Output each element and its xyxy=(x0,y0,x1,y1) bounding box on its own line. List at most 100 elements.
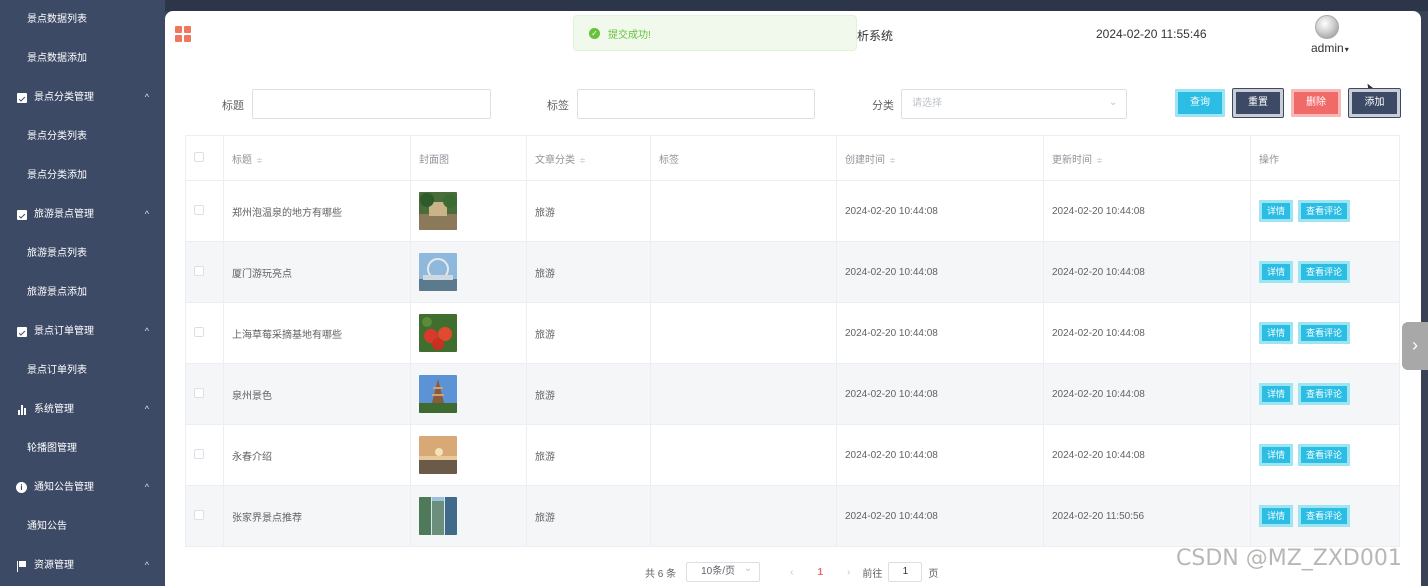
column-header-updated[interactable]: 更新时间 ≑ xyxy=(1043,135,1251,181)
sidebar: 景点数据列表 景点数据添加 景点分类管理 ^ 景点分类列表 景点分类添加 旅游景… xyxy=(0,0,165,586)
sort-icon[interactable]: ≑ xyxy=(889,156,896,165)
table-header-row: 标题 ≑ 封面图 文章分类 ≑ 标签 创建时间 ≑ 更新时间 ≑ 操作 xyxy=(185,135,1400,181)
column-header-actions: 操作 xyxy=(1250,135,1400,181)
pagination-total: 共 6 条 xyxy=(645,568,677,580)
view-comments-button[interactable]: 查看评论 xyxy=(1298,444,1351,466)
select-all-checkbox[interactable] xyxy=(194,151,204,162)
row-cover xyxy=(410,485,527,547)
row-updated: 2024-02-20 10:44:08 xyxy=(1043,180,1251,242)
current-page[interactable]: 1 xyxy=(817,567,823,578)
row-created: 2024-02-20 10:44:08 xyxy=(836,424,1044,486)
user-menu[interactable]: admin▾ xyxy=(1311,41,1349,55)
goto-page-input[interactable]: 1 xyxy=(888,562,923,582)
row-updated: 2024-02-20 10:44:08 xyxy=(1043,241,1251,303)
row-updated: 2024-02-20 10:44:08 xyxy=(1043,424,1251,486)
reset-button[interactable]: 重置 xyxy=(1232,88,1284,118)
table-row: 上海草莓采摘基地有哪些 旅游 2024-02-20 10:44:08 2024-… xyxy=(185,302,1400,364)
sidebar-item-category-list[interactable]: 景点分类列表 xyxy=(0,117,165,156)
cover-thumbnail[interactable] xyxy=(419,497,457,535)
row-cover xyxy=(410,363,527,425)
chevron-up-icon: ^ xyxy=(144,209,149,219)
sidebar-item-attraction-list[interactable]: 旅游景点列表 xyxy=(0,234,165,273)
table-row: 永春介绍 旅游 2024-02-20 10:44:08 2024-02-20 1… xyxy=(185,424,1400,486)
detail-button[interactable]: 详情 xyxy=(1259,200,1294,222)
column-header-category[interactable]: 文章分类 ≑ xyxy=(526,135,651,181)
sidebar-item-carousel[interactable]: 轮播图管理 xyxy=(0,429,165,468)
row-select-cell xyxy=(185,180,224,242)
sidebar-item-attraction-add[interactable]: 旅游景点添加 xyxy=(0,273,165,312)
column-header-tag: 标签 xyxy=(650,135,837,181)
delete-button[interactable]: 删除 xyxy=(1291,89,1341,117)
row-title: 郑州泡温泉的地方有哪些 xyxy=(223,180,411,242)
row-tag xyxy=(650,363,837,425)
title-input[interactable] xyxy=(252,89,491,119)
sidebar-group-tourist-attraction[interactable]: 旅游景点管理 ^ xyxy=(0,195,165,234)
row-checkbox[interactable] xyxy=(194,387,204,398)
cover-thumbnail[interactable] xyxy=(419,192,457,230)
row-tag xyxy=(650,424,837,486)
cover-thumbnail[interactable] xyxy=(419,436,457,474)
row-title: 上海草莓采摘基地有哪些 xyxy=(223,302,411,364)
view-comments-button[interactable]: 查看评论 xyxy=(1298,200,1351,222)
view-comments-button[interactable]: 查看评论 xyxy=(1298,261,1351,283)
tag-label: 标签 xyxy=(547,100,569,112)
sidebar-item-attraction-data-list[interactable]: 景点数据列表 xyxy=(0,0,165,39)
sidebar-group-attraction-category[interactable]: 景点分类管理 ^ xyxy=(0,78,165,117)
cover-thumbnail[interactable] xyxy=(419,375,457,413)
sidebar-group-system[interactable]: 系统管理 ^ xyxy=(0,390,165,429)
info-icon: i xyxy=(16,482,27,493)
add-button[interactable]: 添加 xyxy=(1348,88,1401,118)
row-cover xyxy=(410,241,527,303)
column-header-created[interactable]: 创建时间 ≑ xyxy=(836,135,1044,181)
row-created: 2024-02-20 10:44:08 xyxy=(836,485,1044,547)
sidebar-group-attraction-order[interactable]: 景点订单管理 ^ xyxy=(0,312,165,351)
cover-thumbnail[interactable] xyxy=(419,253,457,291)
row-created: 2024-02-20 10:44:08 xyxy=(836,363,1044,425)
sidebar-item-attraction-data-add[interactable]: 景点数据添加 xyxy=(0,39,165,78)
avatar[interactable] xyxy=(1315,15,1339,39)
column-header-title[interactable]: 标题 ≑ xyxy=(223,135,411,181)
detail-button[interactable]: 详情 xyxy=(1259,383,1294,405)
detail-button[interactable]: 详情 xyxy=(1259,505,1294,527)
row-updated: 2024-02-20 11:50:56 xyxy=(1043,485,1251,547)
tag-input[interactable] xyxy=(577,89,815,119)
main-panel: ✓ 提交成功! 析系统 2024-02-20 11:55:46 admin▾ 标… xyxy=(165,11,1421,586)
page-size-select[interactable]: 10条/页 xyxy=(686,560,761,582)
row-checkbox[interactable] xyxy=(194,326,204,337)
row-checkbox[interactable] xyxy=(194,448,204,459)
row-cover xyxy=(410,302,527,364)
chevron-up-icon: ^ xyxy=(144,482,149,492)
top-stripe xyxy=(0,0,1428,11)
sort-icon[interactable]: ≑ xyxy=(256,156,263,165)
side-toggle-chevron-icon[interactable]: › xyxy=(1402,322,1428,370)
cover-thumbnail[interactable] xyxy=(419,314,457,352)
view-comments-button[interactable]: 查看评论 xyxy=(1298,322,1351,344)
row-actions: 详情 查看评论 xyxy=(1250,180,1400,242)
row-checkbox[interactable] xyxy=(194,265,204,276)
sidebar-item-order-list[interactable]: 景点订单列表 xyxy=(0,351,165,390)
row-created: 2024-02-20 10:44:08 xyxy=(836,180,1044,242)
detail-button[interactable]: 详情 xyxy=(1259,261,1294,283)
category-label: 分类 xyxy=(872,100,894,112)
menu-grid-icon[interactable] xyxy=(175,26,191,42)
row-tag xyxy=(650,241,837,303)
row-checkbox[interactable] xyxy=(194,204,204,215)
detail-button[interactable]: 详情 xyxy=(1259,322,1294,344)
sidebar-item-notice[interactable]: 通知公告 xyxy=(0,507,165,546)
sidebar-item-category-add[interactable]: 景点分类添加 xyxy=(0,156,165,195)
category-select[interactable]: 请选择 xyxy=(901,89,1127,119)
sort-icon[interactable]: ≑ xyxy=(579,156,586,165)
row-title: 厦门游玩亮点 xyxy=(223,241,411,303)
next-page-icon[interactable]: › xyxy=(847,567,850,578)
row-checkbox[interactable] xyxy=(194,509,204,520)
view-comments-button[interactable]: 查看评论 xyxy=(1298,383,1351,405)
prev-page-icon[interactable]: ‹ xyxy=(790,567,793,578)
row-cover xyxy=(410,424,527,486)
sidebar-group-resource[interactable]: 资源管理 ^ xyxy=(0,546,165,585)
detail-button[interactable]: 详情 xyxy=(1259,444,1294,466)
query-button[interactable]: 查询 xyxy=(1175,89,1225,117)
view-comments-button[interactable]: 查看评论 xyxy=(1298,505,1351,527)
chevron-up-icon: ^ xyxy=(144,326,149,336)
sort-icon[interactable]: ≑ xyxy=(1096,156,1103,165)
sidebar-group-notice[interactable]: i 通知公告管理 ^ xyxy=(0,468,165,507)
